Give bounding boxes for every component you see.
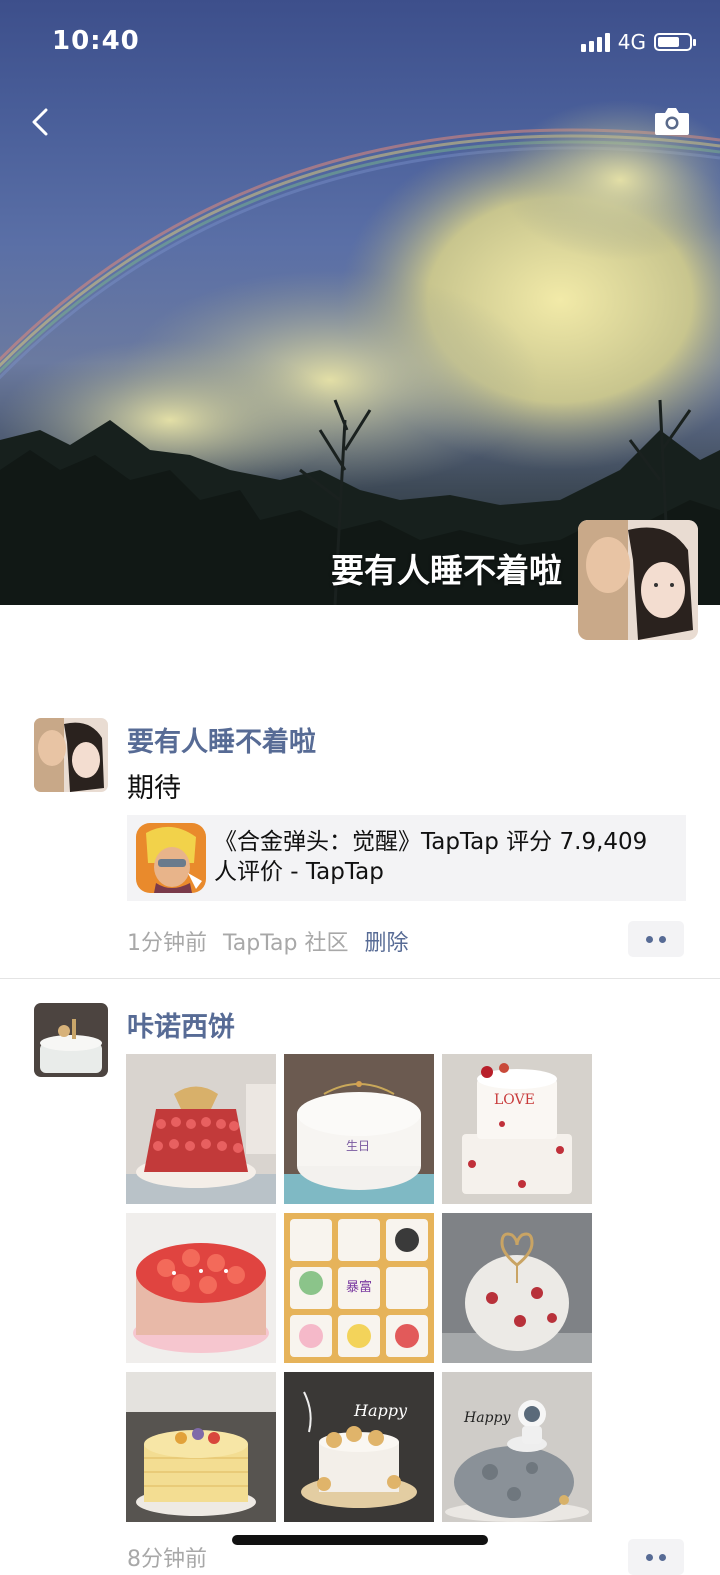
svg-text:Happy: Happy (353, 1401, 408, 1420)
post-source[interactable]: TapTap 社区 (223, 925, 348, 957)
grid-image[interactable] (126, 1372, 276, 1522)
status-time: 10:40 (52, 26, 140, 56)
delete-link[interactable]: 删除 (364, 925, 408, 957)
post-time: 8分钟前 (127, 1547, 207, 1572)
divider (0, 978, 720, 979)
post-meta: 8分钟前 (127, 1541, 207, 1573)
post-meta: 1分钟前 TapTap 社区 删除 (127, 925, 409, 957)
chevron-left-icon[interactable] (22, 102, 62, 142)
battery-icon (654, 33, 696, 51)
signal-icon (580, 32, 610, 52)
avatar[interactable] (34, 1003, 108, 1077)
svg-text:LOVE: LOVE (494, 1092, 535, 1108)
grid-image[interactable]: 生日 (284, 1054, 434, 1204)
svg-text:暴富: 暴富 (346, 1279, 372, 1295)
dot-icon (659, 935, 666, 943)
grid-image[interactable]: LOVE (442, 1054, 592, 1204)
network-label: 4G (617, 30, 646, 54)
link-title: 《合金弹头：觉醒》TapTap 评分 7.9,409 人评价 - TapTap (214, 829, 648, 885)
svg-text:生日: 生日 (346, 1139, 370, 1153)
grid-image[interactable]: Happy (442, 1372, 592, 1522)
post-time: 1分钟前 (127, 931, 207, 956)
status-indicators: 4G (580, 30, 696, 54)
grid-image[interactable]: 暴富 (284, 1213, 434, 1363)
image-grid: 生日 LOVE 暴富 Happy Happy (126, 1054, 594, 1522)
cover-photo[interactable]: 10:40 4G 要有人睡不着啦 (0, 0, 720, 605)
avatar[interactable] (34, 718, 108, 792)
game-icon (136, 823, 206, 893)
profile-avatar[interactable] (578, 520, 698, 640)
grid-image[interactable]: Happy (284, 1372, 434, 1522)
grid-image[interactable] (126, 1054, 276, 1204)
svg-text:Happy: Happy (463, 1410, 511, 1426)
more-options-button[interactable] (628, 921, 684, 957)
more-options-button[interactable] (628, 1539, 684, 1575)
dot-icon (646, 935, 653, 943)
cover-image (0, 100, 720, 605)
post-author[interactable]: 要有人睡不着啦 (127, 720, 316, 759)
dot-icon (659, 1553, 666, 1561)
cover-username: 要有人睡不着啦 (331, 551, 562, 590)
post-author[interactable]: 咔诺西饼 (127, 1005, 235, 1044)
dot-icon (646, 1553, 653, 1561)
battery-level (658, 37, 679, 47)
post-text: 期待 (127, 773, 181, 804)
grid-image[interactable] (442, 1213, 592, 1363)
home-indicator[interactable] (232, 1535, 488, 1545)
camera-icon[interactable] (654, 106, 690, 136)
grid-image[interactable] (126, 1213, 276, 1363)
shared-link-card[interactable]: 《合金弹头：觉醒》TapTap 评分 7.9,409 人评价 - TapTap (127, 815, 686, 901)
